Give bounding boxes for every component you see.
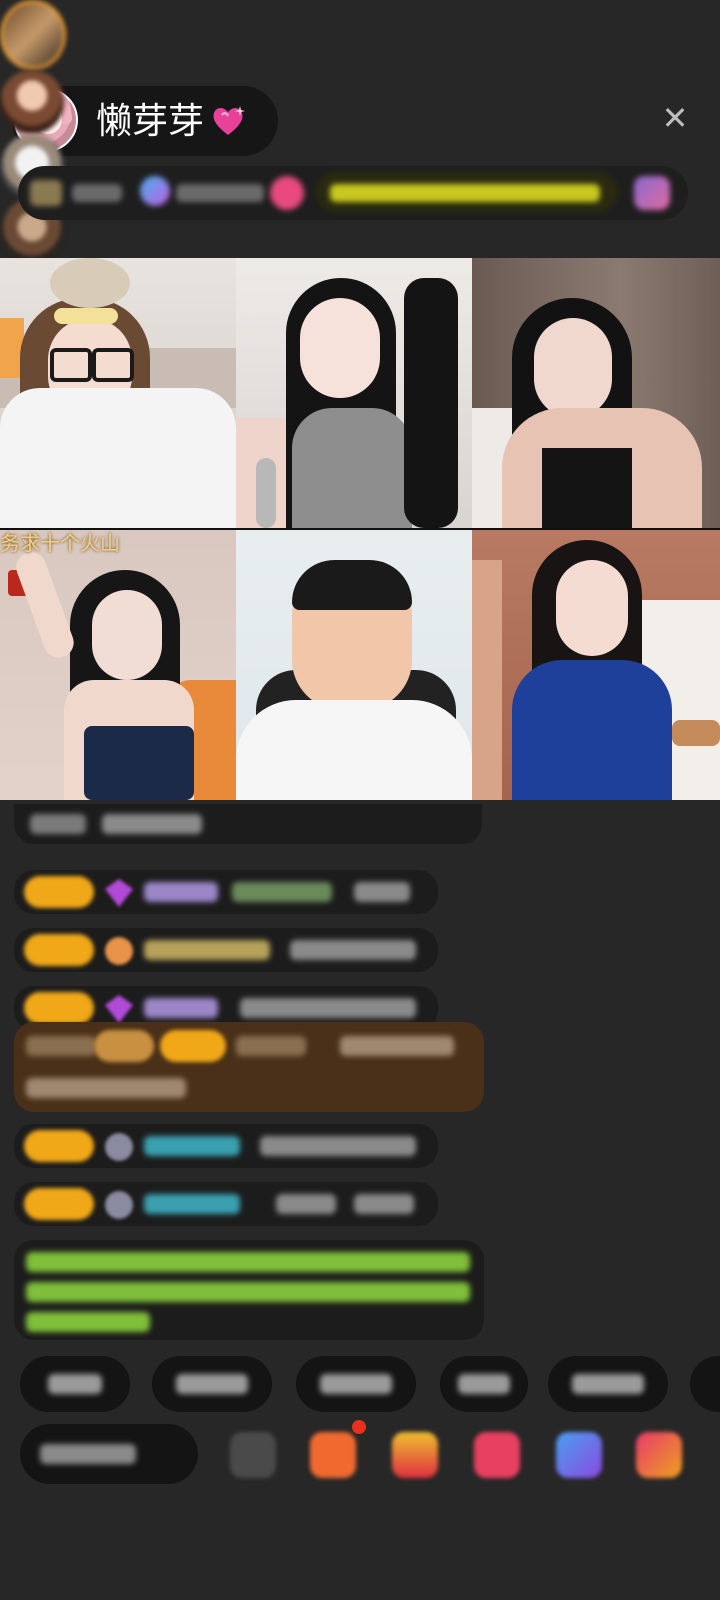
notification-dot [352,1420,366,1434]
system-notice-text [26,1312,150,1332]
gift-icon[interactable] [474,1432,520,1478]
fan-club-gem-icon [105,879,133,907]
user-level-badge [24,992,94,1024]
user-level-badge [24,876,94,908]
chat-message-text [26,1036,96,1056]
guest-video-tile[interactable] [236,258,472,528]
user-level-badge [24,1188,94,1220]
fan-club-badge-icon [105,1191,133,1219]
viewer-avatar[interactable] [0,70,64,134]
user-level-badge [24,1130,94,1162]
chat-message-text [354,882,410,902]
ticker-icon [270,176,304,210]
host-name[interactable]: 懒芽芽 [96,100,204,144]
sparkling-heart-icon [213,106,245,135]
close-icon[interactable]: ✕ [660,102,690,134]
chat-message-text [276,1194,336,1214]
top-viewer-avatar[interactable] [0,0,66,70]
guest-video-tile[interactable] [236,530,472,800]
game-icon[interactable] [556,1432,602,1478]
quick-reply-chip[interactable] [548,1356,668,1412]
emoji-icon[interactable] [230,1432,276,1478]
quick-reply-chip[interactable] [152,1356,272,1412]
ticker-text [72,184,122,202]
fan-club-badge-icon [105,1133,133,1161]
chat-message-text [290,940,416,960]
quick-reply-chip[interactable] [296,1356,416,1412]
guest-video-tile[interactable] [472,530,720,800]
chat-message-text [354,1194,414,1214]
guest-video-tile[interactable] [0,530,236,800]
chat-message-text [30,814,86,834]
chat-message-text [26,1078,186,1098]
guest-video-tile[interactable] [0,258,236,528]
multi-guest-video-grid: 务求十个火山 [0,258,720,800]
system-notice-text [26,1282,470,1302]
chat-username [144,882,218,902]
chat-message-text [232,882,332,902]
comment-input-placeholder [40,1444,136,1464]
gift-box-icon[interactable] [392,1432,438,1478]
noble-badge [94,1030,154,1062]
chat-message-text [102,814,202,834]
chat-username [144,998,218,1018]
ticker-text [176,184,264,202]
red-packet-icon[interactable] [310,1432,356,1478]
quick-reply-chip[interactable] [690,1356,720,1412]
system-notice-text [26,1252,470,1272]
chat-username [144,1194,240,1214]
guest-video-tile[interactable] [472,258,720,528]
chat-message-text [260,1136,416,1156]
chat-username [236,1036,306,1056]
ticker-icon [30,180,62,206]
chat-username [144,1136,240,1156]
fan-club-badge-icon [105,937,133,965]
chat-username [144,940,270,960]
ticker-banner-text [330,184,600,202]
user-level-badge [160,1030,226,1062]
quick-reply-chip[interactable] [440,1356,528,1412]
chat-message-text [240,998,416,1018]
ticker-icon [140,176,170,206]
user-level-badge [24,934,94,966]
fan-club-gem-icon [105,995,133,1023]
chat-message-text [340,1036,454,1056]
ticker-icon [634,176,670,210]
quick-reply-chip[interactable] [20,1356,130,1412]
gift-goal-caption: 务求十个火山 [0,531,120,555]
more-icon[interactable] [636,1432,682,1478]
